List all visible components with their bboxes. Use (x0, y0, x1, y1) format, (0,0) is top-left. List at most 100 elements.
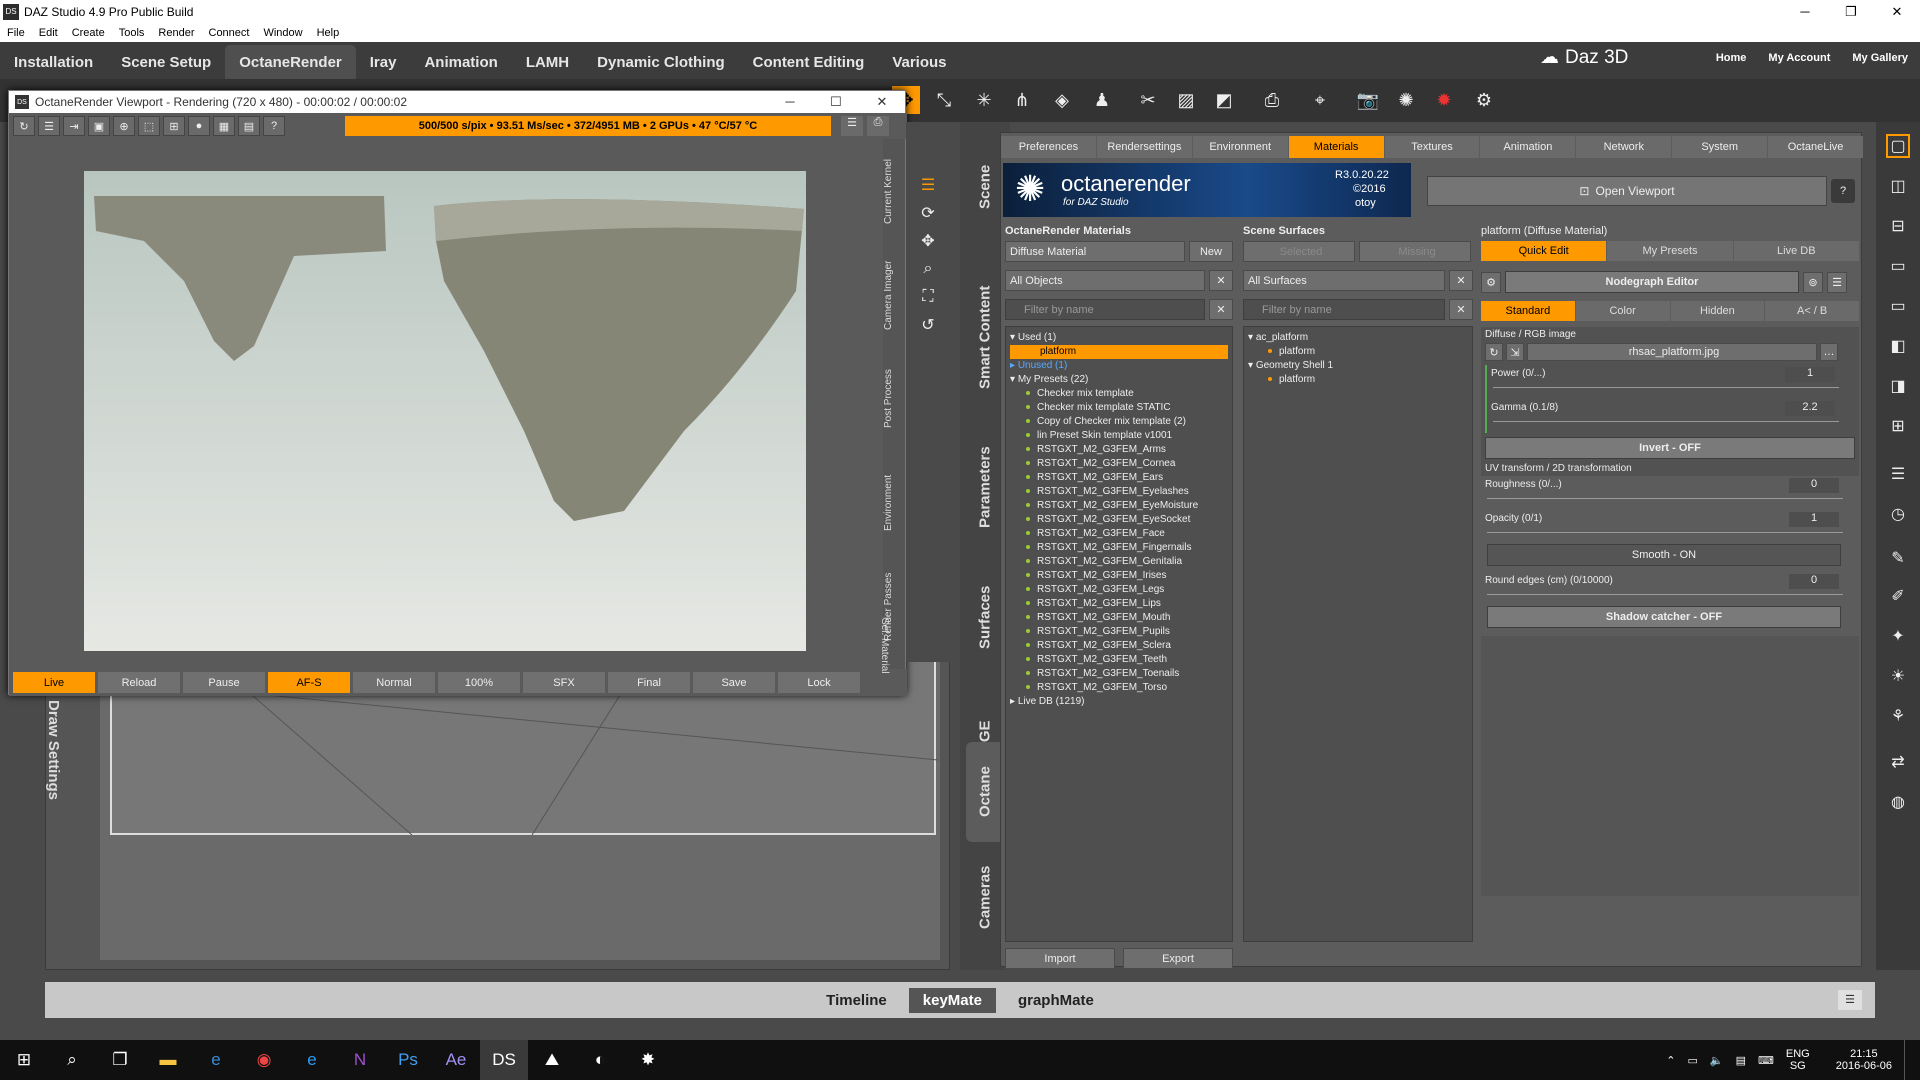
app-icon[interactable]: ◐ (576, 1040, 624, 1080)
orbit-icon[interactable]: ⟳ (914, 200, 942, 226)
edge-icon[interactable]: e (288, 1040, 336, 1080)
align-icon[interactable]: ☰ (1886, 462, 1910, 486)
live-button[interactable]: Live (13, 672, 95, 693)
list-icon[interactable]: ☰ (1827, 271, 1847, 293)
invert-toggle[interactable]: Invert - OFF (1485, 437, 1855, 459)
restore-icon[interactable]: ❐ (1828, 0, 1874, 23)
preset-item[interactable]: RSTGXT_M2_G3FEM_Eyelashes (1010, 485, 1228, 499)
preset-item[interactable]: RSTGXT_M2_G3FEM_Torso (1010, 681, 1228, 695)
preset-item[interactable]: RSTGXT_M2_G3FEM_Ears (1010, 471, 1228, 485)
light-icon[interactable]: ☀ (1886, 664, 1910, 688)
subtab-color[interactable]: Color (1575, 301, 1670, 321)
tab-camera-imager[interactable]: Camera Imager (883, 243, 894, 347)
scale-icon[interactable]: ⤡ (930, 86, 958, 114)
side-tab-surfaces[interactable]: Surfaces (966, 562, 1004, 672)
subtab-hidden[interactable]: Hidden (1670, 301, 1765, 321)
lock-grid-icon[interactable]: ▦ (213, 116, 235, 136)
preset-item[interactable]: RSTGXT_M2_G3FEM_EyeMoisture (1010, 499, 1228, 513)
layout-bottom-icon[interactable]: ▭ (1886, 254, 1910, 278)
tab-lamh[interactable]: LAMH (512, 45, 583, 79)
frame-icon[interactable]: ⛶ (914, 284, 942, 310)
tab-dynamic-clothing[interactable]: Dynamic Clothing (583, 45, 739, 79)
reset-view-icon[interactable]: ↺ (914, 312, 942, 338)
used-item-platform[interactable]: platform (1010, 345, 1228, 359)
morph-icon[interactable]: ✐ (1886, 584, 1910, 608)
new-material-button[interactable]: New (1189, 241, 1233, 262)
clear-icon[interactable]: ✕ (1209, 270, 1233, 291)
opacity-slider[interactable]: Opacity (0/1) 1 (1481, 510, 1859, 544)
photoshop-icon[interactable]: Ps (384, 1040, 432, 1080)
menu-render[interactable]: Render (151, 27, 201, 39)
ptab-rendersettings[interactable]: Rendersettings (1096, 136, 1192, 158)
tab-post-process[interactable]: Post Process (883, 347, 894, 451)
tab-installation[interactable]: Installation (0, 45, 107, 79)
surface-leaf[interactable]: platform (1248, 345, 1468, 359)
volume-icon[interactable]: 🔈 (1710, 1054, 1724, 1067)
pause-button[interactable]: Pause (183, 672, 265, 693)
snapshot-icon[interactable]: ⎙ (867, 116, 889, 136)
after-effects-icon[interactable]: Ae (432, 1040, 480, 1080)
tab-live-db[interactable]: Live DB (1733, 241, 1859, 261)
nodegraph-editor-button[interactable]: Nodegraph Editor (1505, 271, 1799, 293)
preset-item[interactable]: RSTGXT_M2_G3FEM_Cornea (1010, 457, 1228, 471)
surface-leaf[interactable]: platform (1248, 373, 1468, 387)
chrome-icon[interactable]: ◉ (240, 1040, 288, 1080)
unused-group[interactable]: ▸ Unused (1) (1010, 359, 1228, 373)
figure-tool-icon[interactable]: ⋔ (1008, 86, 1036, 114)
preset-item[interactable]: RSTGXT_M2_G3FEM_EyeSocket (1010, 513, 1228, 527)
layout-quad-icon[interactable]: ⊞ (1886, 414, 1910, 438)
menu-window[interactable]: Window (256, 27, 309, 39)
surface-node-ac-platform[interactable]: ▾ ac_platform (1248, 331, 1468, 345)
used-group[interactable]: ▾ Used (1) (1010, 331, 1228, 345)
side-tab-octane[interactable]: Octane (966, 742, 1004, 842)
more-icon[interactable]: … (1820, 343, 1838, 361)
tab-graphmate[interactable]: graphMate (1004, 988, 1108, 1013)
round-edges-value[interactable]: 0 (1789, 574, 1839, 589)
reload-button[interactable]: Reload (98, 672, 180, 693)
pose-icon[interactable]: ✎ (1886, 546, 1910, 570)
show-desktop[interactable] (1904, 1040, 1910, 1080)
timer-icon[interactable]: ◷ (1886, 502, 1910, 526)
onenote-icon[interactable]: N (336, 1040, 384, 1080)
preset-item[interactable]: RSTGXT_M2_G3FEM_Legs (1010, 583, 1228, 597)
presets-group[interactable]: ▾ My Presets (22) (1010, 373, 1228, 387)
duf-icon[interactable]: ⚙ (1470, 86, 1498, 114)
livedb-group[interactable]: ▸ Live DB (1219) (1010, 695, 1228, 709)
preset-item[interactable]: RSTGXT_M2_G3FEM_Lips (1010, 597, 1228, 611)
record-icon[interactable]: ● (188, 116, 210, 136)
preset-item[interactable]: RSTGXT_M2_G3FEM_Irises (1010, 569, 1228, 583)
menu-list-icon[interactable]: ☰ (841, 116, 863, 136)
ptab-textures[interactable]: Textures (1384, 136, 1480, 158)
geometry-edit-icon[interactable]: ◈ (1048, 86, 1076, 114)
brush-tool-icon[interactable]: ▨ (1172, 86, 1200, 114)
node-icon[interactable]: ⊚ (1803, 271, 1823, 293)
preset-item[interactable]: RSTGXT_M2_G3FEM_Mouth (1010, 611, 1228, 625)
spot-render-icon[interactable]: ⌖ (1306, 86, 1334, 114)
zoom-button[interactable]: 100% (438, 672, 520, 693)
draw-settings-tab[interactable]: Draw Settings (45, 700, 62, 800)
close-icon[interactable]: ✕ (1874, 0, 1920, 23)
preset-item[interactable]: RSTGXT_M2_G3FEM_Fingernails (1010, 541, 1228, 555)
ptab-environment[interactable]: Environment (1192, 136, 1288, 158)
gamma-slider[interactable]: Gamma (0.1/8) 2.2 (1485, 399, 1855, 433)
materials-filter-input[interactable]: Filter by name (1005, 299, 1205, 320)
octane-render-icon[interactable]: ✹ (1430, 86, 1458, 114)
menu-tools[interactable]: Tools (112, 27, 152, 39)
daz-studio-icon[interactable]: DS (480, 1040, 528, 1080)
nav-home[interactable]: Home (1716, 52, 1747, 64)
surfaces-select[interactable]: All Surfaces (1243, 270, 1445, 291)
layout-split-icon[interactable]: ◫ (1886, 174, 1910, 198)
preset-item[interactable]: RSTGXT_M2_G3FEM_Teeth (1010, 653, 1228, 667)
octane-window-titlebar[interactable]: DS OctaneRender Viewport - Rendering (72… (9, 91, 905, 113)
side-tab-parameters[interactable]: Parameters (966, 432, 1004, 542)
round-edges-slider[interactable]: Round edges (cm) (0/10000) 0 (1481, 572, 1859, 606)
afs-button[interactable]: AF-S (268, 672, 350, 693)
shadow-catcher-toggle[interactable]: Shadow catcher - OFF (1487, 606, 1841, 628)
tab-sel-material[interactable]: Sel. Material (879, 618, 890, 674)
refresh-icon[interactable]: ↻ (13, 116, 35, 136)
selected-select[interactable]: Selected (1243, 241, 1355, 262)
camera-add-icon[interactable]: ⎙ (1258, 86, 1286, 114)
maximize-icon[interactable]: ☐ (813, 94, 859, 110)
list-icon[interactable]: ☰ (38, 116, 60, 136)
grid-icon[interactable]: ⊞ (163, 116, 185, 136)
